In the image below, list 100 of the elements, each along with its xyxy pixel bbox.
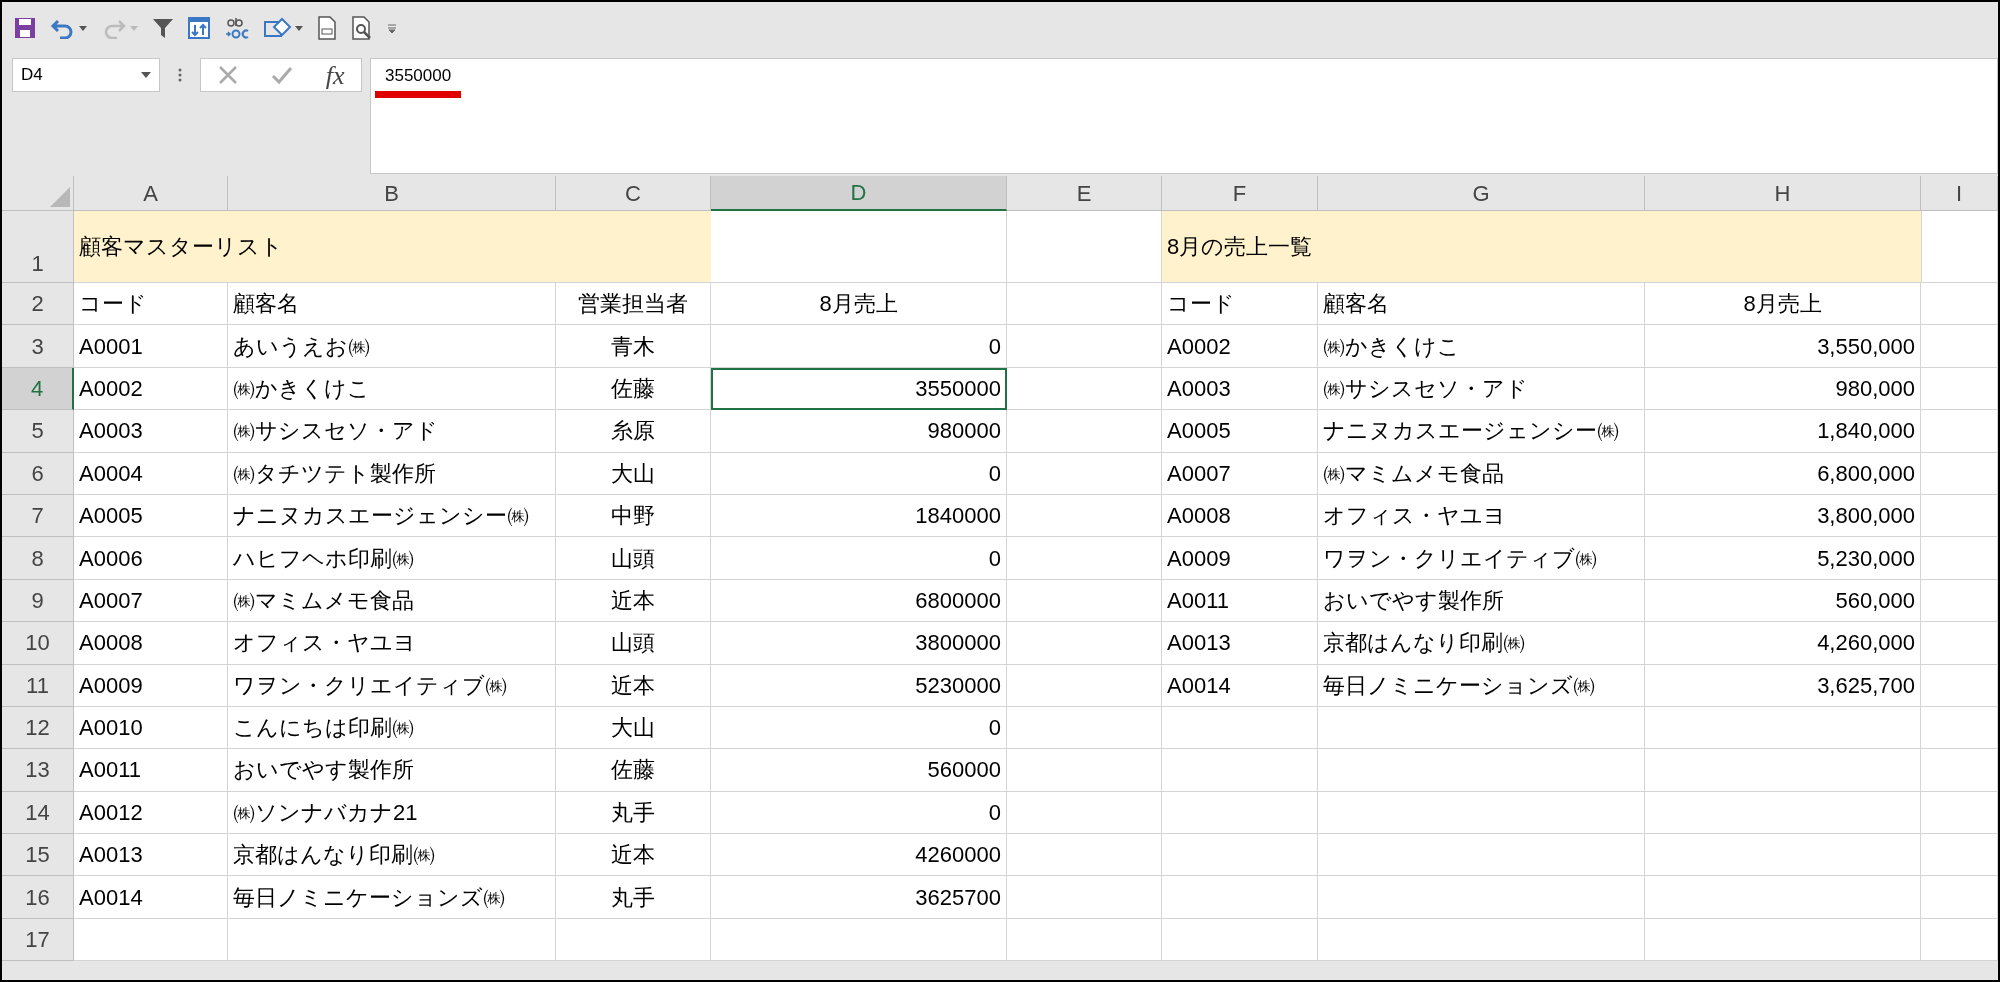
column-header[interactable]: C [556,176,711,211]
table-cell: 3,625,700 [1645,664,1921,707]
filter-icon[interactable] [152,17,174,39]
table-cell: ㈱ソンナバカナ21 [228,791,556,835]
row-header[interactable]: 10 [2,622,74,665]
row-header[interactable]: 13 [2,749,74,792]
table-cell: 毎日ノミニケーションズ㈱ [1318,664,1645,707]
table-cell: ㈱マミムメモ食品 [1318,452,1645,495]
row-header[interactable]: 4 [2,367,74,411]
print-preview-icon[interactable] [351,16,373,40]
table-cell: 佐藤 [556,367,711,411]
table-cell: 3550000 [711,367,1007,411]
table-cell: A0003 [1162,367,1318,411]
more-icon[interactable] [178,68,182,82]
table-cell: A0013 [74,834,228,877]
table-cell: 京都はんなり印刷㈱ [228,834,556,877]
table-cell: 5,230,000 [1645,537,1921,580]
table-cell: A0006 [74,537,228,580]
table-cell: 3625700 [711,876,1007,919]
column-header[interactable]: A [74,176,228,211]
customize-toolbar-icon[interactable] [387,23,397,33]
table-cell: 980000 [711,410,1007,453]
table-cell: 丸手 [556,791,711,835]
table-cell: 1,840,000 [1645,410,1921,453]
row-header[interactable]: 16 [2,876,74,919]
row-header[interactable]: 14 [2,791,74,835]
table-cell: A0013 [1162,622,1318,665]
column-header[interactable]: D [711,176,1007,211]
table-cell: ㈱かきくけこ [1318,325,1645,368]
column-label: コード [74,283,228,326]
table-cell: ㈱タチツテト製作所 [228,452,556,495]
table-title: 顧客マスターリスト [74,211,711,283]
row-header[interactable]: 11 [2,664,74,707]
column-label: 8月売上 [711,283,1007,326]
formula-field[interactable]: 3550000 [370,58,1998,174]
spelling-icon[interactable] [224,16,250,40]
row-header[interactable]: 3 [2,325,74,368]
table-cell: A0009 [1162,537,1318,580]
table-cell: ナニヌカスエージェンシー㈱ [228,494,556,538]
cancel-icon[interactable] [217,65,238,85]
column-header[interactable]: B [228,176,556,211]
row-header[interactable]: 2 [2,283,74,326]
table-cell: A0008 [1162,494,1318,538]
table-cell: ㈱マミムメモ食品 [228,579,556,623]
save-icon[interactable] [14,17,36,39]
table-cell: 6800000 [711,579,1007,623]
name-box[interactable]: D4 [12,58,160,92]
table-cell: 980,000 [1645,367,1921,411]
column-label: コード [1162,283,1318,326]
table-cell: A0005 [1162,410,1318,453]
cell-reference: D4 [21,64,43,87]
column-label: 営業担当者 [556,283,711,326]
table-cell: ナニヌカスエージェンシー㈱ [1318,410,1645,453]
table-cell: A0003 [74,410,228,453]
table-cell: A0011 [74,749,228,792]
table-cell: A0007 [1162,452,1318,495]
row-header[interactable]: 1 [2,211,74,283]
table-cell: A0002 [74,367,228,411]
table-cell: A0011 [1162,579,1318,623]
shapes-icon[interactable] [264,16,292,40]
column-header[interactable]: F [1162,176,1318,211]
table-cell: 近本 [556,664,711,707]
table-cell: 4260000 [711,834,1007,877]
caret-icon[interactable] [295,25,303,31]
row-header[interactable]: 9 [2,579,74,623]
row-header[interactable]: 6 [2,452,74,495]
column-header[interactable]: G [1318,176,1645,211]
table-cell: A0001 [74,325,228,368]
sort-icon[interactable] [188,17,210,39]
row-header[interactable]: 12 [2,706,74,750]
row-header[interactable]: 8 [2,537,74,580]
caret-icon[interactable] [79,25,87,31]
row-header[interactable]: 15 [2,834,74,877]
table-title: 8月の売上一覧 [1162,211,1921,283]
row-header[interactable]: 7 [2,494,74,538]
column-header[interactable]: I [1921,176,1998,211]
check-icon[interactable] [270,65,293,85]
formula-text: 3550000 [385,65,452,87]
table-cell: 560,000 [1645,579,1921,623]
table-cell: 0 [711,706,1007,750]
table-cell: A0014 [1162,664,1318,707]
insert-function-button[interactable]: fx [325,55,345,95]
row-header[interactable]: 5 [2,410,74,453]
table-cell: ㈱サシスセソ・アド [1318,367,1645,411]
row-header[interactable]: 17 [2,918,74,962]
table-cell: 4,260,000 [1645,622,1921,665]
page-icon[interactable] [317,16,337,40]
table-cell: A0012 [74,791,228,835]
table-cell: 560000 [711,749,1007,792]
column-label: 顧客名 [228,283,556,326]
table-cell: A0002 [1162,325,1318,368]
table-cell: A0014 [74,876,228,919]
table-cell: 糸原 [556,410,711,453]
table-cell: A0010 [74,706,228,750]
table-cell: A0007 [74,579,228,623]
table-cell: 0 [711,537,1007,580]
table-cell: 0 [711,452,1007,495]
table-cell: 5230000 [711,664,1007,707]
column-header[interactable]: H [1645,176,1921,211]
column-header[interactable]: E [1007,176,1162,211]
